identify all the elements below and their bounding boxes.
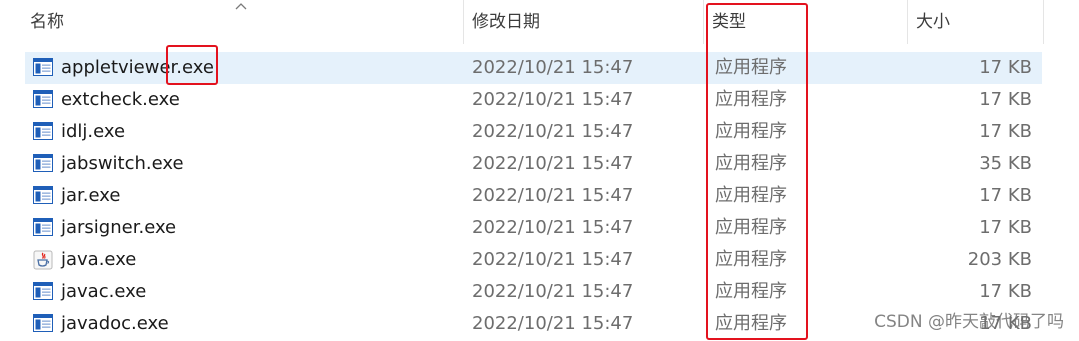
file-size: 17 KB <box>979 89 1032 110</box>
file-name: extcheck.exe <box>61 89 180 110</box>
watermark: CSDN @昨天敲代码了吗 <box>874 312 1064 332</box>
modified-date: 2022/10/21 15:47 <box>472 121 634 142</box>
modified-date: 2022/10/21 15:47 <box>472 313 634 334</box>
annotation-box-type-column <box>706 3 808 340</box>
application-icon <box>33 186 53 204</box>
modified-date: 2022/10/21 15:47 <box>472 185 634 206</box>
file-row[interactable]: idlj.exe 2022/10/21 15:47 应用程序 17 KB <box>25 116 1042 148</box>
column-header-bar: 名称 修改日期 类型 大小 <box>0 0 1079 44</box>
java-cup-icon <box>33 250 53 270</box>
file-name: javac.exe <box>61 281 147 302</box>
annotation-box-exe-extension <box>166 45 218 85</box>
file-name: java.exe <box>61 249 137 270</box>
file-size: 17 KB <box>979 57 1032 78</box>
file-row[interactable]: extcheck.exe 2022/10/21 15:47 应用程序 17 KB <box>25 84 1042 116</box>
application-icon <box>33 218 53 236</box>
file-size: 17 KB <box>979 121 1032 142</box>
modified-date: 2022/10/21 15:47 <box>472 281 634 302</box>
file-size: 35 KB <box>979 153 1032 174</box>
application-icon <box>33 314 53 332</box>
column-header-date[interactable]: 修改日期 <box>464 0 704 44</box>
modified-date: 2022/10/21 15:47 <box>472 153 634 174</box>
file-name: jabswitch.exe <box>61 153 184 174</box>
file-size: 17 KB <box>979 217 1032 238</box>
sort-ascending-icon <box>235 3 247 10</box>
file-name: javadoc.exe <box>61 313 169 334</box>
file-name: jar.exe <box>61 185 121 206</box>
column-divider[interactable] <box>1043 0 1044 44</box>
application-icon <box>33 90 53 108</box>
modified-date: 2022/10/21 15:47 <box>472 249 634 270</box>
file-row[interactable]: java.exe 2022/10/21 15:47 应用程序 203 KB <box>25 244 1042 276</box>
column-header-date-label: 修改日期 <box>472 12 540 32</box>
column-header-size[interactable]: 大小 <box>908 0 1043 44</box>
column-header-name-label: 名称 <box>30 12 64 32</box>
application-icon <box>33 122 53 140</box>
column-header-size-label: 大小 <box>916 12 950 32</box>
modified-date: 2022/10/21 15:47 <box>472 57 634 78</box>
application-icon <box>33 282 53 300</box>
file-size: 17 KB <box>979 281 1032 302</box>
file-row[interactable]: jarsigner.exe 2022/10/21 15:47 应用程序 17 KB <box>25 212 1042 244</box>
file-name: idlj.exe <box>61 121 126 142</box>
file-size: 17 KB <box>979 185 1032 206</box>
file-name: jarsigner.exe <box>61 217 177 238</box>
modified-date: 2022/10/21 15:47 <box>472 89 634 110</box>
application-icon <box>33 154 53 172</box>
modified-date: 2022/10/21 15:47 <box>472 217 634 238</box>
file-size: 203 KB <box>967 249 1032 270</box>
file-row[interactable]: jabswitch.exe 2022/10/21 15:47 应用程序 35 KB <box>25 148 1042 180</box>
file-row[interactable]: javac.exe 2022/10/21 15:47 应用程序 17 KB <box>25 276 1042 308</box>
file-row[interactable]: jar.exe 2022/10/21 15:47 应用程序 17 KB <box>25 180 1042 212</box>
application-icon <box>33 58 53 76</box>
